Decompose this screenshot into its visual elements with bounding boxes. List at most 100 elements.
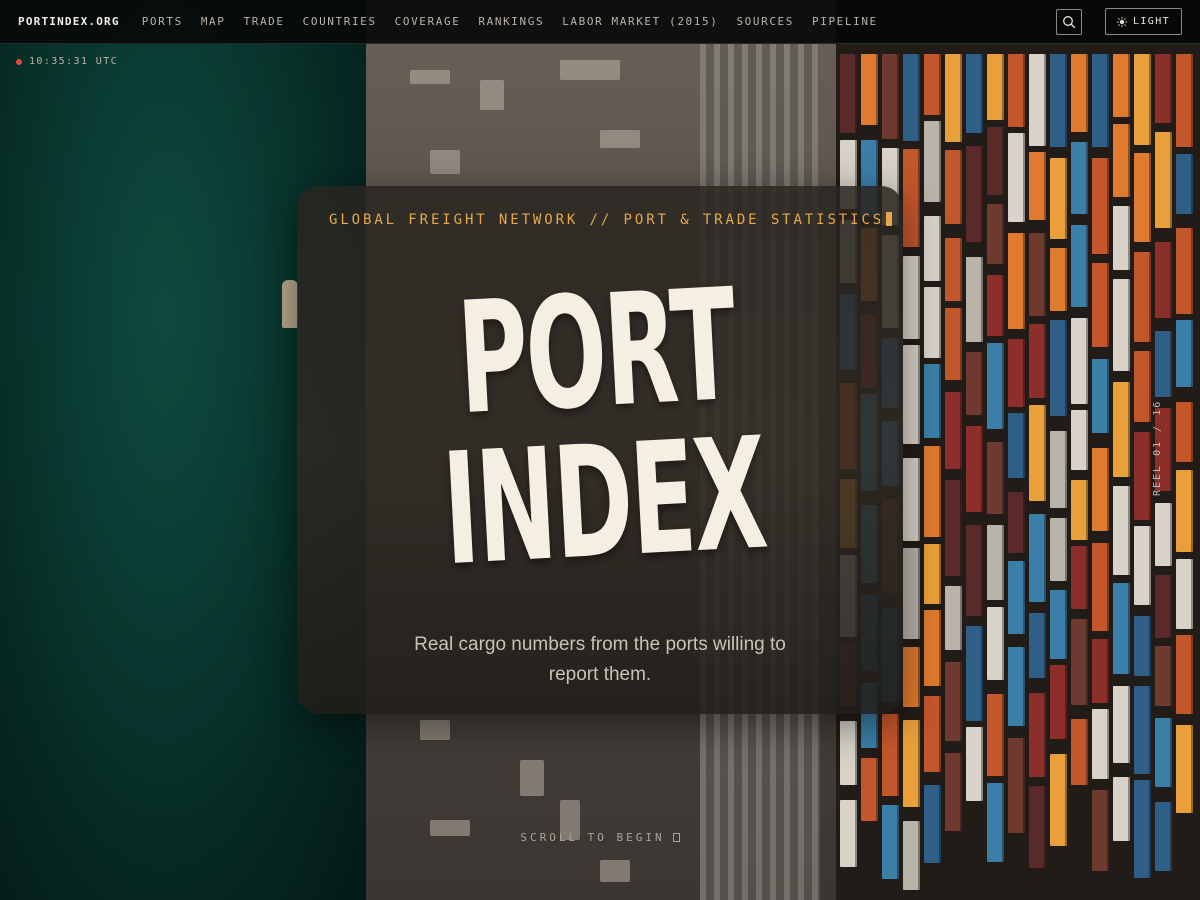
container-stack [1050, 665, 1067, 739]
container-stack [1092, 639, 1109, 703]
small-boat [282, 280, 298, 328]
scroll-hint[interactable]: SCROLL TO BEGIN [0, 831, 1200, 844]
container-stack [1092, 263, 1109, 347]
container-stack [1092, 359, 1109, 433]
container-stack [903, 647, 920, 707]
hero-tagline: Real cargo numbers from the ports willin… [414, 634, 786, 685]
hero-title: PORT INDEX [405, 256, 796, 601]
container-stack [945, 54, 962, 142]
container-stack [1134, 351, 1151, 422]
nav-coverage[interactable]: COVERAGE [395, 15, 461, 28]
container-stack [1176, 725, 1193, 813]
top-navigation-bar: PORTINDEX.ORG PORTS MAP TRADE COUNTRIES … [0, 0, 1200, 44]
container-stack [1134, 780, 1151, 878]
search-icon [1063, 16, 1076, 29]
container-stack [1029, 693, 1046, 777]
container-stack [924, 121, 941, 202]
container-stack [924, 446, 941, 537]
container-stack [945, 392, 962, 469]
quay-object [600, 130, 640, 148]
nav-trade[interactable]: TRADE [244, 15, 285, 28]
container-stack [987, 442, 1004, 514]
quay-object [560, 60, 620, 80]
mouse-icon [672, 833, 680, 842]
scroll-hint-label: SCROLL TO BEGIN [520, 831, 665, 844]
container-stack [840, 721, 857, 785]
container-stack [903, 548, 920, 639]
container-stack [1155, 242, 1172, 318]
nav-pipeline[interactable]: PIPELINE [812, 15, 878, 28]
container-stack [1029, 233, 1046, 316]
container-stack [1071, 142, 1088, 214]
theme-toggle-button[interactable]: LIGHT [1105, 8, 1182, 35]
container-stack [1008, 561, 1025, 634]
container-stack [966, 426, 983, 512]
container-stack [1008, 54, 1025, 127]
container-stack [1113, 206, 1130, 270]
container-stack [903, 345, 920, 444]
container-stack [924, 785, 941, 863]
container-stack [924, 696, 941, 772]
container-stack [987, 694, 1004, 776]
container-stack [1050, 431, 1067, 508]
nav-map[interactable]: MAP [201, 15, 226, 28]
container-stack [945, 662, 962, 741]
live-clock: 10:35:31 UTC [16, 56, 118, 67]
container-stack [1029, 405, 1046, 501]
container-stack [987, 525, 1004, 600]
container-stack [1071, 619, 1088, 705]
container-stack [1050, 518, 1067, 581]
sun-icon [1116, 16, 1127, 27]
container-stack [1071, 410, 1088, 470]
hero-kicker: GLOBAL FREIGHT NETWORK // PORT & TRADE S… [329, 212, 893, 228]
search-button[interactable] [1056, 9, 1082, 35]
container-stack [987, 783, 1004, 862]
theme-toggle-label: LIGHT [1132, 16, 1171, 27]
container-stack [1092, 448, 1109, 531]
container-stack [1176, 54, 1193, 147]
container-stack [1176, 320, 1193, 387]
container-stack [1134, 54, 1151, 145]
site-logo[interactable]: PORTINDEX.ORG [18, 15, 120, 28]
container-stack [987, 204, 1004, 264]
container-stack [861, 54, 878, 125]
container-stack [1134, 252, 1151, 342]
container-stack [966, 54, 983, 133]
container-stack [1155, 331, 1172, 397]
nav-countries[interactable]: COUNTRIES [303, 15, 377, 28]
nav-sources[interactable]: SOURCES [736, 15, 794, 28]
container-stack [1113, 124, 1130, 197]
nav-rankings[interactable]: RANKINGS [478, 15, 544, 28]
container-stack [924, 287, 941, 358]
container-stack [1050, 248, 1067, 311]
container-stack [1176, 470, 1193, 552]
container-stack [903, 54, 920, 141]
quay-object [480, 80, 504, 110]
container-stack [1029, 54, 1046, 146]
nav-labor-market[interactable]: LABOR MARKET (2015) [562, 15, 718, 28]
container-stack [1029, 324, 1046, 398]
container-stack [1071, 225, 1088, 307]
nav-ports[interactable]: PORTS [142, 15, 183, 28]
hero-title-line-2: INDEX [438, 404, 769, 601]
container-stack [1071, 54, 1088, 132]
container-stack [903, 149, 920, 247]
container-stack [1176, 228, 1193, 314]
container-stack [1134, 616, 1151, 676]
container-stack [1113, 486, 1130, 575]
container-stack [1134, 526, 1151, 605]
container-stack [1008, 233, 1025, 329]
container-stack [945, 150, 962, 224]
container-stack [1155, 503, 1172, 566]
container-stack [1050, 590, 1067, 659]
container-stack [1176, 154, 1193, 214]
container-stack [1176, 635, 1193, 714]
container-stack [966, 525, 983, 616]
container-stack [924, 610, 941, 686]
container-stack [966, 146, 983, 242]
container-stack [924, 544, 941, 604]
container-stack [1008, 133, 1025, 222]
container-stack [966, 626, 983, 721]
container-stack [1071, 318, 1088, 404]
container-stack [1008, 413, 1025, 478]
